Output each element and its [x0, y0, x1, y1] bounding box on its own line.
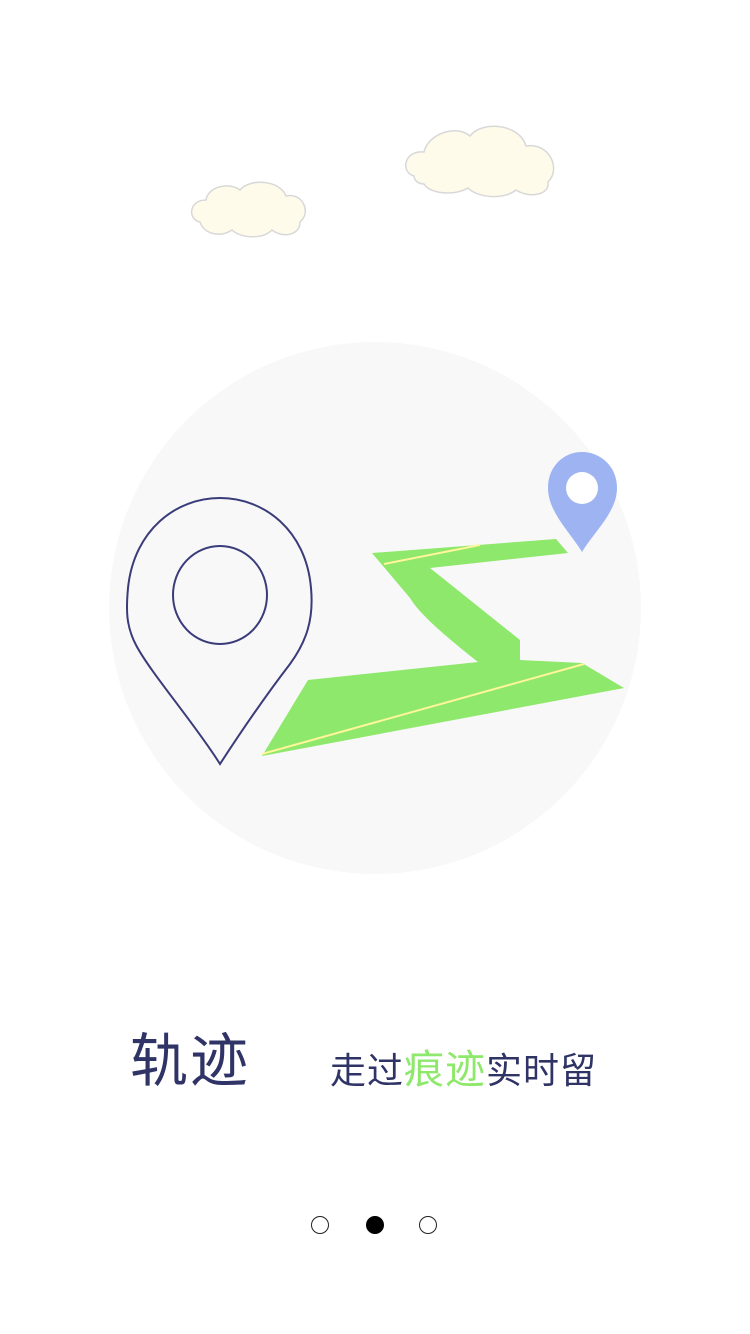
- page-title: 轨迹: [130, 1027, 251, 1095]
- onboarding-illustration: [109, 125, 641, 874]
- slogan-accent: 痕迹: [404, 1047, 487, 1093]
- page-dot-2-active[interactable]: [366, 1216, 384, 1234]
- slogan-suffix: 实时留: [486, 1051, 598, 1092]
- slogan-prefix: 走过: [330, 1051, 405, 1092]
- page-dot-3[interactable]: [419, 1216, 437, 1234]
- onboarding-caption: 轨迹 走过痕迹实时留: [0, 1020, 750, 1110]
- cloud-icon: [404, 125, 555, 198]
- cloud-icon: [191, 181, 306, 238]
- illustration-background-circle: [109, 342, 641, 874]
- slogan: 走过痕迹实时留: [330, 1048, 597, 1094]
- page-indicator: [0, 1216, 750, 1238]
- page-dot-1[interactable]: [311, 1216, 329, 1234]
